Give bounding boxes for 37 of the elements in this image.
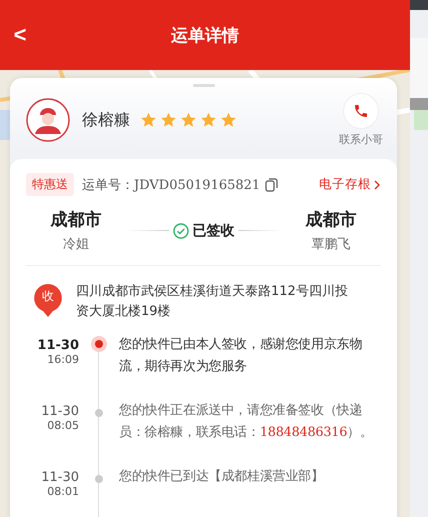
check-icon: [172, 222, 188, 238]
back-button[interactable]: <: [0, 24, 30, 46]
phone-link[interactable]: 18848486316: [260, 425, 348, 440]
drag-handle[interactable]: [192, 84, 214, 87]
star-icon: [160, 112, 177, 128]
receive-label: 收: [41, 288, 55, 305]
destination-city: 成都市: [306, 209, 356, 231]
stub-link[interactable]: 电子存根: [319, 176, 381, 193]
courier-name: 徐榕糠: [82, 110, 130, 130]
courier-avatar-icon: [26, 98, 70, 142]
star-icon: [180, 112, 197, 128]
copy-icon[interactable]: [265, 178, 278, 192]
star-icon: [200, 112, 217, 128]
service-tag: 特惠送: [26, 173, 74, 196]
event-time: 16:09: [47, 353, 79, 366]
location-pin-icon: [32, 282, 64, 318]
event-date: 11-30: [37, 338, 79, 353]
call-button[interactable]: [343, 93, 379, 129]
page-title: 运单详情: [170, 24, 240, 46]
event-date: 11-30: [41, 404, 79, 419]
delivery-address: 四川成都市武侯区桂溪街道天泰路112号四川投资大厦北楼19楼: [76, 283, 349, 321]
event-description: 您的快件已到达【成都桂溪营业部】: [119, 468, 325, 486]
event-time: 08:01: [47, 485, 79, 498]
star-icon: [140, 112, 157, 128]
origin-city: 成都市: [50, 209, 102, 231]
phone-icon: [353, 103, 369, 119]
event-description: 您的快件正在派送中，请您准备签收（快递员：徐榕糠，联系电话：18848486316）。: [119, 402, 374, 442]
recipient-name: 覃鹏飞: [312, 236, 350, 253]
star-icon: [220, 112, 237, 128]
event-date: 11-30: [41, 470, 79, 485]
event-time: 08:05: [47, 419, 79, 432]
waybill-number: 运单号：JDVD05019165821: [82, 176, 260, 194]
delivery-status: 已签收: [192, 222, 234, 240]
sender-name: 冷姐: [63, 236, 89, 253]
contact-label: 联系小哥: [339, 132, 383, 147]
event-description: 您的快件已由本人签收，感谢您使用京东物流，期待再次为您服务: [119, 336, 364, 376]
chevron-right-icon: [373, 180, 381, 190]
